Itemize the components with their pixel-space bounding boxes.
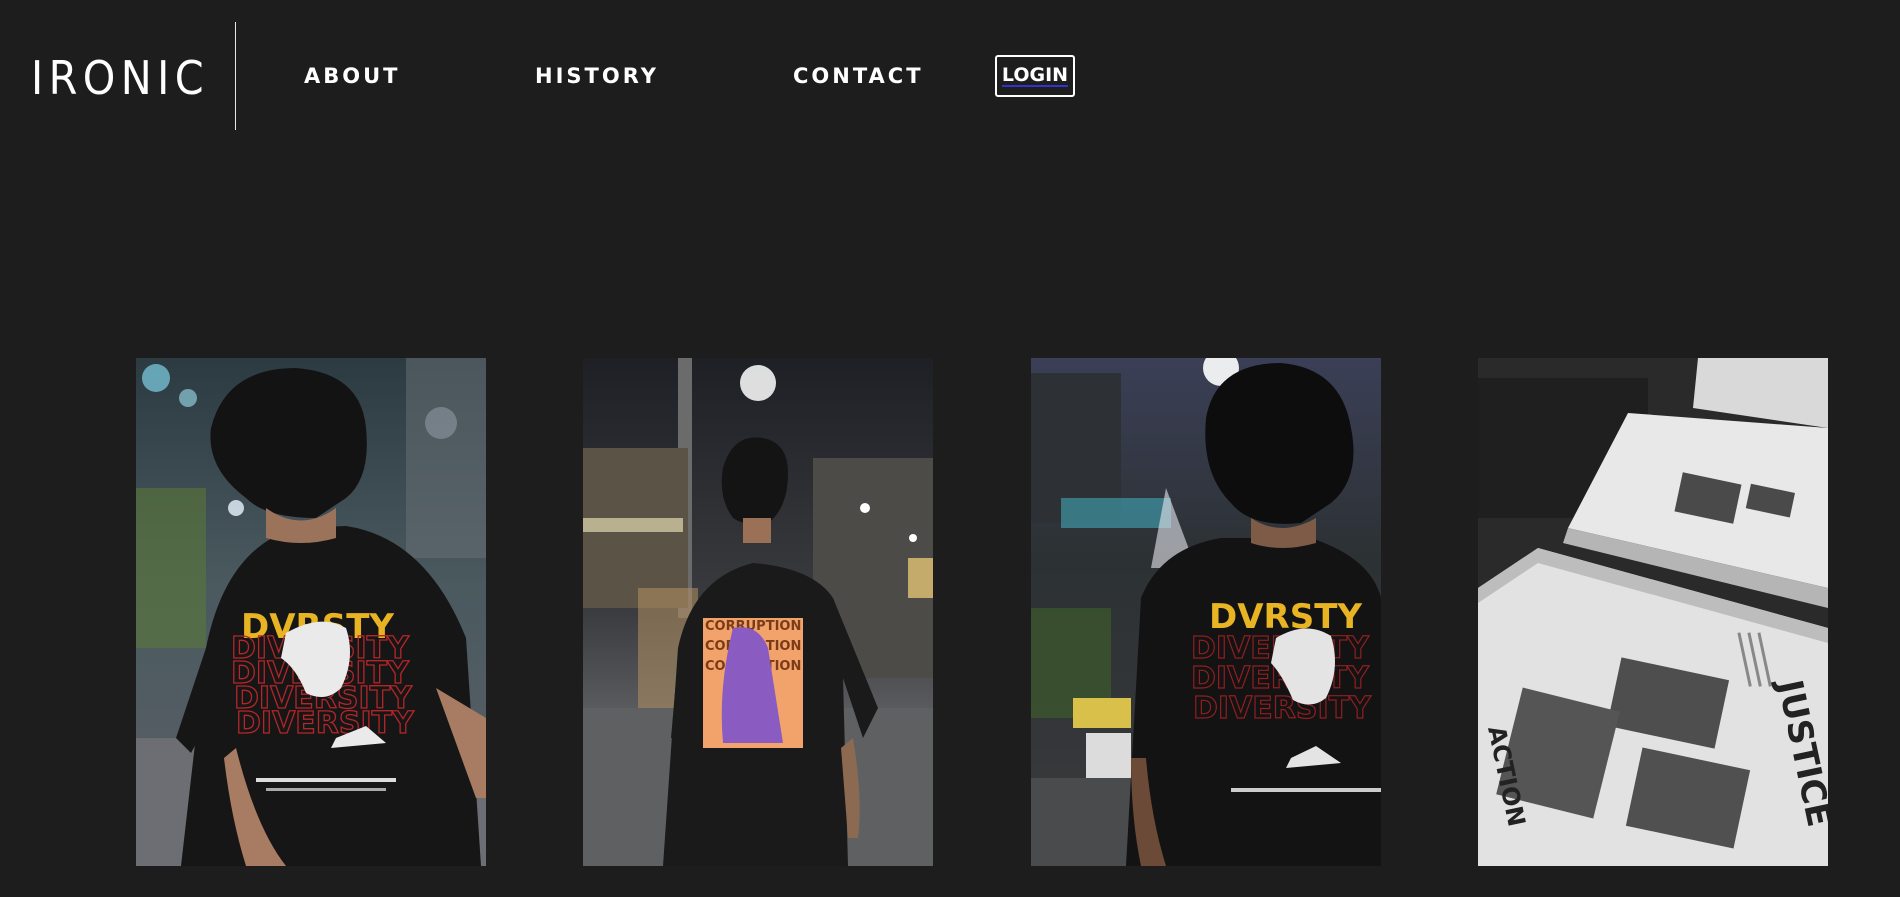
nav-history-link[interactable]: HISTORY: [535, 64, 659, 89]
gallery-photo-diversity-night[interactable]: DVRSTY DIVERSITY DIVERSITY DIVERSITY: [1031, 358, 1381, 866]
gallery-photo-corruption-back[interactable]: CORRUPTION CORRUPTION CORRUPTION: [583, 358, 933, 866]
header-divider: [235, 22, 236, 130]
logo-text: IRONIC: [31, 52, 209, 102]
photo-gallery: DVRSTY DIVERSITY DIVERSITY DIVERSITY DIV…: [0, 358, 1900, 868]
login-button-label: LOGIN: [1001, 64, 1069, 87]
gallery-photo-diversity-back[interactable]: DVRSTY DIVERSITY DIVERSITY DIVERSITY DIV…: [136, 358, 486, 866]
nav-contact-link[interactable]: CONTACT: [793, 64, 924, 89]
shirt-print-repeat-text: DIVERSITY: [236, 706, 415, 741]
shirt-print-repeat-text: DIVERSITY: [1193, 691, 1372, 726]
site-header: IRONIC ABOUT HISTORY CONTACT LOGIN: [0, 0, 1900, 155]
ironic-logo[interactable]: IRONIC: [31, 52, 211, 102]
nav-about-link[interactable]: ABOUT: [304, 64, 401, 89]
login-button[interactable]: LOGIN: [995, 55, 1075, 97]
gallery-photo-print-sheets[interactable]: JUSTICE ACTION: [1478, 358, 1828, 866]
